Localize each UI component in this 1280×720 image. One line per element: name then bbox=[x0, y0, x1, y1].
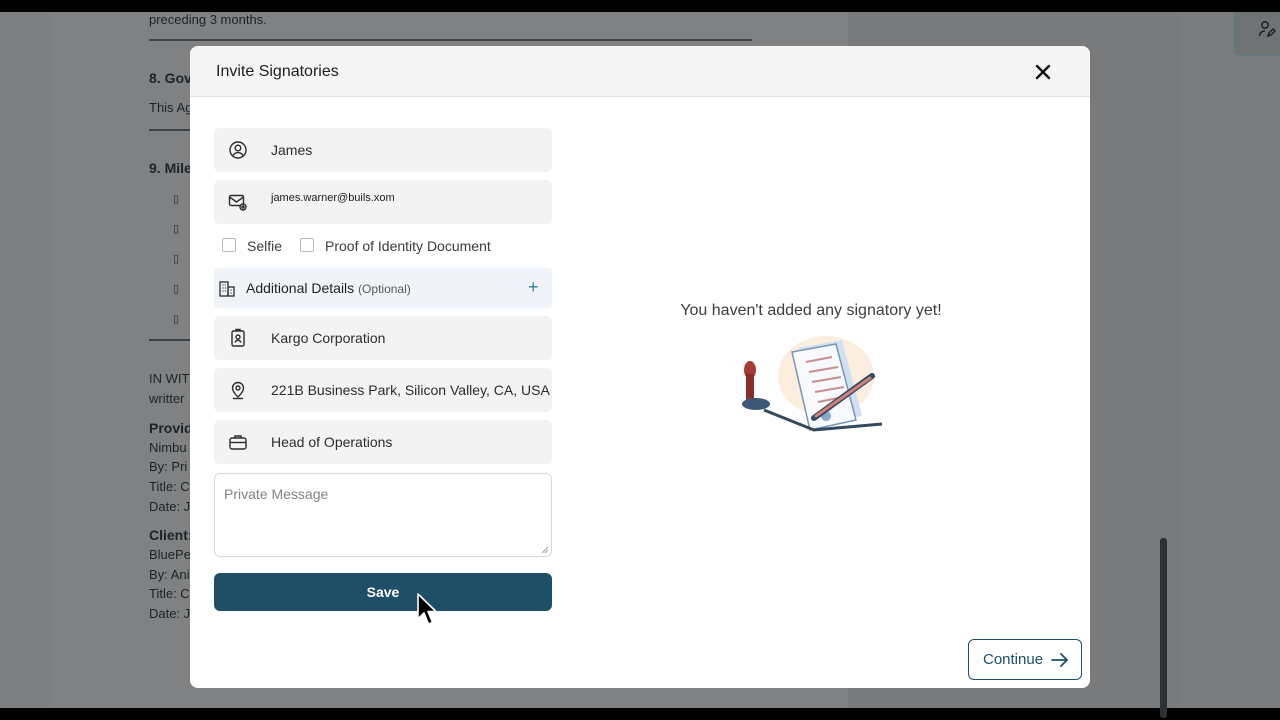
briefcase-icon bbox=[229, 435, 247, 450]
doc-text: Nimbu bbox=[149, 440, 187, 455]
position-value: Head of Operations bbox=[271, 434, 393, 450]
close-icon bbox=[1035, 64, 1051, 80]
doc-text: By: Ani bbox=[149, 567, 190, 582]
company-input[interactable]: Kargo Corporation bbox=[214, 316, 552, 360]
position-input[interactable]: Head of Operations bbox=[214, 420, 552, 464]
name-value: James bbox=[271, 142, 313, 158]
continue-button[interactable]: Continue bbox=[968, 639, 1082, 680]
doc-text: Title: C bbox=[149, 479, 190, 494]
right-toolbar bbox=[1180, 12, 1280, 708]
doc-text: This Ag bbox=[149, 100, 193, 115]
address-value: 221B Business Park, Silicon Valley, CA, … bbox=[271, 382, 550, 398]
user-edit-icon bbox=[1258, 21, 1276, 38]
id-document-checkbox[interactable] bbox=[300, 238, 314, 252]
signatory-panel-button[interactable] bbox=[1233, 12, 1280, 56]
mail-at-icon bbox=[228, 194, 247, 211]
selfie-checkbox[interactable] bbox=[222, 238, 236, 252]
email-input[interactable]: james.warner@buils.xom bbox=[214, 180, 552, 224]
invite-signatories-dialog: Invite Signatories James james.warner@bu… bbox=[190, 46, 1090, 688]
doc-text: IN WIT bbox=[149, 371, 190, 386]
doc-text: Title: C bbox=[149, 586, 190, 601]
doc-bullet: ▯ bbox=[173, 223, 180, 235]
doc-bullet: ▯ bbox=[173, 253, 180, 265]
doc-heading: Client: bbox=[149, 527, 193, 543]
optional-tag: (Optional) bbox=[358, 282, 411, 296]
doc-heading: 9. Mile bbox=[149, 160, 192, 176]
doc-text: Date: J bbox=[149, 499, 191, 514]
doc-heading: 8. Gov bbox=[149, 70, 192, 86]
private-message-placeholder: Private Message bbox=[224, 486, 329, 502]
selfie-label: Selfie bbox=[247, 238, 283, 254]
name-input[interactable]: James bbox=[214, 128, 552, 172]
additional-details-toggle[interactable]: Additional Details (Optional) + bbox=[214, 268, 552, 308]
mouse-cursor-icon bbox=[417, 593, 437, 625]
building-icon bbox=[219, 281, 235, 297]
id-badge-icon bbox=[231, 328, 245, 347]
address-input[interactable]: 221B Business Park, Silicon Valley, CA, … bbox=[214, 368, 552, 412]
company-value: Kargo Corporation bbox=[271, 330, 386, 346]
save-button[interactable]: Save bbox=[214, 573, 552, 611]
expand-plus-icon[interactable]: + bbox=[528, 277, 539, 298]
doc-bullet: ▯ bbox=[173, 313, 180, 325]
doc-rule bbox=[149, 39, 752, 41]
continue-label: Continue bbox=[983, 651, 1044, 668]
location-pin-icon bbox=[231, 381, 245, 400]
dialog-title: Invite Signatories bbox=[216, 63, 339, 80]
doc-rule bbox=[149, 129, 191, 131]
arrow-right-icon bbox=[1051, 653, 1068, 667]
additional-details-title: Additional Details bbox=[246, 280, 355, 296]
email-value: james.warner@buils.xom bbox=[271, 192, 395, 204]
doc-text: By: Pri bbox=[149, 459, 188, 474]
doc-text: preceding 3 months. bbox=[149, 12, 267, 27]
contract-stamp-illustration bbox=[742, 336, 883, 432]
private-message-textarea[interactable]: Private Message bbox=[214, 473, 552, 557]
page-scrollbar[interactable] bbox=[1160, 538, 1167, 718]
empty-state-message: You haven't added any signatory yet! bbox=[680, 302, 942, 319]
doc-text: writter bbox=[149, 391, 185, 406]
doc-text: Date: J bbox=[149, 606, 191, 621]
close-button[interactable] bbox=[1032, 61, 1054, 83]
doc-bullet: ▯ bbox=[173, 283, 180, 295]
user-circle-icon bbox=[229, 141, 247, 159]
resize-grip-icon[interactable] bbox=[541, 546, 549, 554]
doc-text: BluePe bbox=[149, 547, 191, 562]
additional-details-label: Additional Details (Optional) bbox=[246, 280, 411, 296]
id-document-label: Proof of Identity Document bbox=[325, 238, 491, 254]
doc-rule bbox=[149, 339, 191, 341]
dialog-header: Invite Signatories bbox=[190, 46, 1090, 97]
doc-bullet: ▯ bbox=[173, 193, 180, 205]
